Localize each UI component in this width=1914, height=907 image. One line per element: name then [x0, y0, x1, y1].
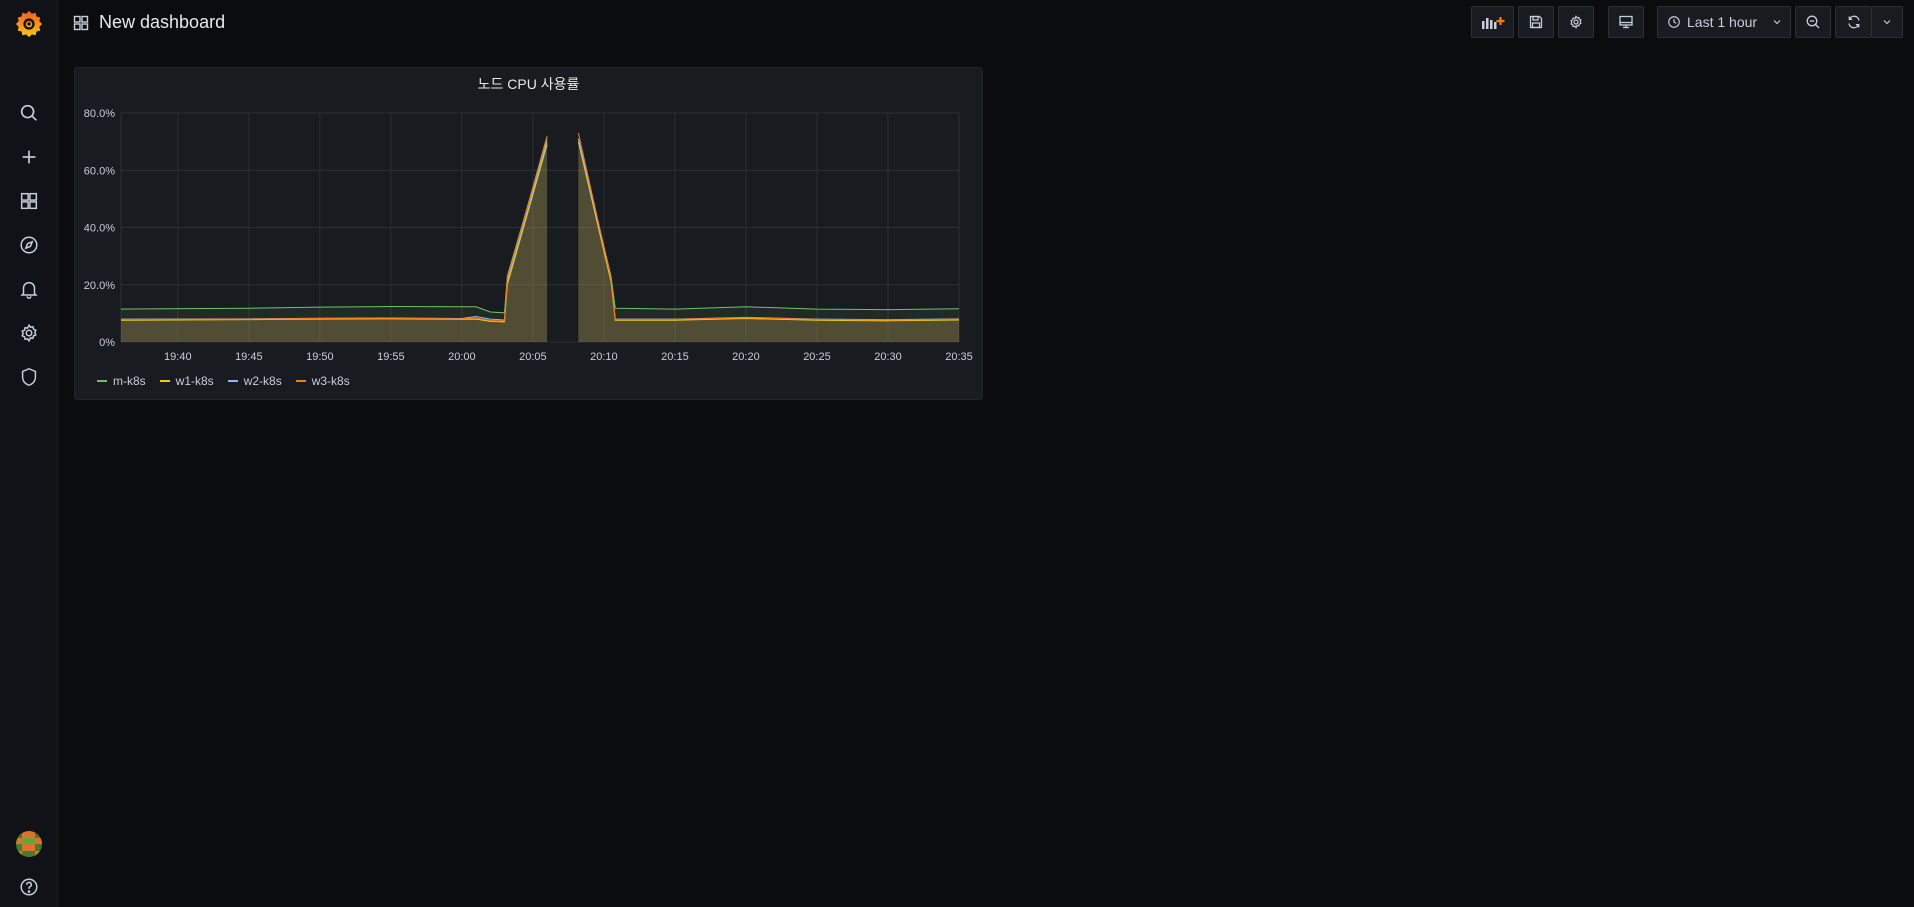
zoom-out-button[interactable] — [1795, 6, 1831, 38]
series-line-w2-k8s — [577, 138, 960, 321]
legend-swatch — [295, 380, 306, 382]
search-icon[interactable] — [0, 93, 57, 133]
legend-item-w3-k8s[interactable]: w3-k8s — [295, 374, 350, 388]
sidebar — [0, 0, 58, 907]
legend-item-m-k8s[interactable]: m-k8s — [97, 374, 146, 388]
zoom-out-icon — [1806, 15, 1820, 29]
shield-icon[interactable] — [0, 357, 57, 397]
legend-item-w1-k8s[interactable]: w1-k8s — [159, 374, 214, 388]
refresh-button[interactable] — [1835, 6, 1871, 38]
refresh-interval-dropdown[interactable] — [1871, 6, 1903, 38]
x-tick-label: 20:25 — [803, 351, 831, 363]
y-tick-label: 80.0% — [84, 108, 115, 120]
time-range-label: Last 1 hour — [1687, 14, 1758, 30]
y-tick-label: 20.0% — [84, 280, 115, 292]
y-tick-label: 60.0% — [84, 165, 115, 177]
series-line-m-k8s — [120, 138, 548, 314]
x-tick-label: 20:30 — [874, 351, 902, 363]
add-panel-button[interactable] — [1471, 6, 1514, 38]
save-icon — [1529, 15, 1543, 29]
legend-label: m-k8s — [113, 374, 146, 388]
legend-swatch — [97, 380, 107, 382]
user-avatar[interactable] — [0, 824, 57, 864]
legend-item-w2-k8s[interactable]: w2-k8s — [227, 374, 282, 388]
legend-label: w2-k8s — [243, 374, 282, 388]
y-tick-label: 40.0% — [84, 223, 115, 235]
x-tick-label: 20:35 — [945, 351, 973, 363]
dashboard-grid-icon — [73, 15, 89, 30]
time-range-picker[interactable]: Last 1 hour — [1657, 6, 1791, 38]
plus-icon[interactable] — [0, 137, 57, 177]
x-tick-label: 20:00 — [448, 351, 476, 363]
x-tick-label: 19:50 — [306, 351, 334, 363]
chevron-down-icon — [1773, 20, 1781, 25]
monitor-icon — [1619, 15, 1633, 29]
x-tick-label: 20:10 — [590, 351, 618, 363]
cpu-usage-panel[interactable]: 노드 CPU 사용률 0% 20.0% 40.0% 60.0% 80.0% 19:40 19… — [74, 67, 983, 400]
dashboard-settings-button[interactable] — [1558, 6, 1594, 38]
series-line-m-k8s — [577, 138, 960, 311]
series-area-m-k8s — [121, 138, 548, 342]
help-icon[interactable] — [0, 867, 57, 907]
legend-swatch — [227, 380, 238, 382]
series-line-w2-k8s — [120, 141, 548, 321]
x-tick-label: 19:55 — [377, 351, 405, 363]
breadcrumb: New dashboard — [73, 12, 225, 33]
chart-legend: m-k8s w1-k8s w2-k8s w3-k8s — [97, 374, 350, 388]
grafana-logo-icon — [15, 10, 42, 38]
series-line-w1-k8s — [577, 141, 960, 322]
x-tick-label: 19:45 — [235, 351, 263, 363]
legend-swatch — [159, 380, 170, 382]
add-panel-icon — [1481, 17, 1504, 29]
cpu-usage-chart: 0% 20.0% 40.0% 60.0% 80.0% 19:40 19:45 19:50 19:… — [84, 108, 973, 363]
save-dashboard-button[interactable] — [1518, 6, 1554, 38]
series-line-w3-k8s — [120, 135, 548, 322]
tv-mode-button[interactable] — [1608, 6, 1644, 38]
refresh-icon — [1847, 15, 1860, 29]
top-nav: New dashboard Last 1 hour — [57, 0, 1914, 44]
x-tick-label: 20:05 — [519, 351, 547, 363]
explore-icon[interactable] — [0, 225, 57, 265]
x-tick-label: 20:20 — [732, 351, 760, 363]
clock-icon — [1668, 16, 1680, 28]
alerting-icon[interactable] — [0, 269, 57, 309]
y-tick-label: 0% — [99, 337, 115, 349]
page-title[interactable]: New dashboard — [99, 12, 225, 33]
legend-label: w3-k8s — [311, 374, 350, 388]
grafana-logo[interactable] — [0, 2, 57, 46]
legend-label: w1-k8s — [175, 374, 214, 388]
series-area-m-k8s — [578, 138, 959, 342]
chevron-down-icon — [1883, 20, 1891, 25]
series-line-w1-k8s — [120, 144, 548, 323]
series-line-w3-k8s — [577, 132, 960, 321]
dashboards-icon[interactable] — [0, 181, 57, 221]
gear-icon — [1570, 15, 1582, 29]
x-tick-label: 19:40 — [164, 351, 192, 363]
avatar — [15, 831, 42, 857]
gear-icon[interactable] — [0, 313, 57, 353]
x-tick-label: 20:15 — [661, 351, 689, 363]
